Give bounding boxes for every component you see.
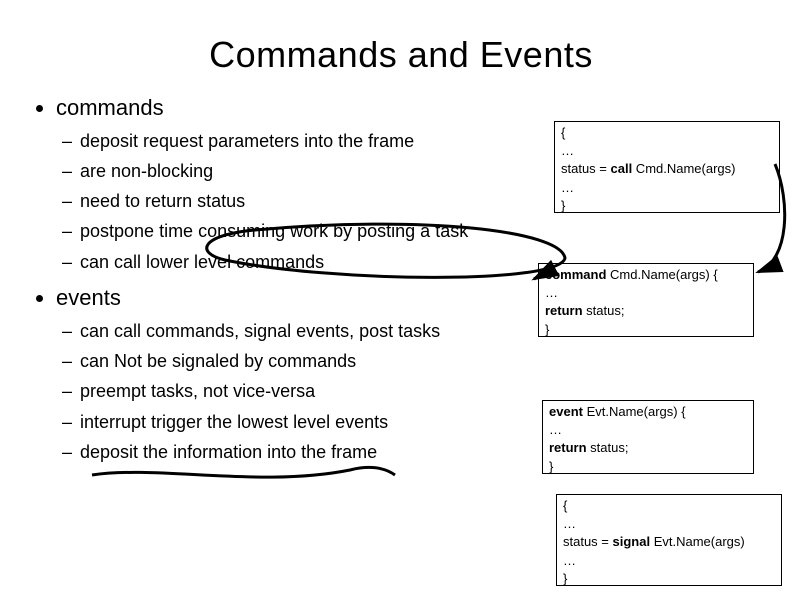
code-line: … [561,179,773,197]
code-line: return status; [545,302,747,320]
code-text: status; [587,440,629,455]
code-line: { [563,497,775,515]
bullet-label: commands [56,95,164,120]
code-keyword: event [549,404,583,419]
code-event-def: event Evt.Name(args) { … return status; … [542,400,754,474]
list-item-text: postpone time consuming work by posting … [80,221,468,241]
code-text: status; [583,303,625,318]
list-item-text: need to return status [80,191,245,211]
code-line: … [563,552,775,570]
list-item: can Not be signaled by commands [80,349,500,373]
code-line: event Evt.Name(args) { [549,403,747,421]
code-text: Cmd.Name(args) [632,161,735,176]
list-item-text: can call commands, signal events, post t… [80,321,440,341]
code-line: status = call Cmd.Name(args) [561,160,773,178]
list-item-text: can call lower level commands [80,252,324,272]
list-item-text: deposit the information into the frame [80,442,377,462]
code-command-def: command Cmd.Name(args) { … return status… [538,263,754,337]
list-item-text: interrupt trigger the lowest level event… [80,412,388,432]
code-line: command Cmd.Name(args) { [545,266,747,284]
code-text: status = [563,534,613,549]
code-text: Cmd.Name(args) { [606,267,717,282]
list-item: deposit the information into the frame [80,440,500,464]
list-item: can call lower level commands [80,250,500,274]
code-line: … [545,284,747,302]
code-keyword: call [611,161,633,176]
bullet-label: events [56,285,121,310]
code-line: } [549,458,747,476]
underline-cannot-signal [92,468,395,478]
code-keyword: command [545,267,606,282]
list-item: are non-blocking [80,159,500,183]
code-line: … [549,421,747,439]
slide-title: Commands and Events [36,34,766,76]
list-item: deposit request parameters into the fram… [80,129,500,153]
list-item: postpone time consuming work by posting … [80,219,500,243]
code-text: Evt.Name(args) { [583,404,686,419]
code-keyword: signal [613,534,651,549]
list-item-text: are non-blocking [80,161,213,181]
list-item-text: deposit request parameters into the fram… [80,131,414,151]
list-item-text: preempt tasks, not vice-versa [80,381,315,401]
slide: Commands and Events commands deposit req… [0,0,794,595]
list-item: need to return status [80,189,500,213]
code-call-command: { … status = call Cmd.Name(args) … } [554,121,780,213]
code-keyword: return [545,303,583,318]
code-line: } [561,197,773,215]
list-item: preempt tasks, not vice-versa [80,379,500,403]
code-line: status = signal Evt.Name(args) [563,533,775,551]
code-text: Evt.Name(args) [650,534,745,549]
code-line: … [563,515,775,533]
code-keyword: return [549,440,587,455]
code-line: { [561,124,773,142]
list-item: can call commands, signal events, post t… [80,319,500,343]
list-item-text: can Not be signaled by commands [80,351,356,371]
code-signal-event: { … status = signal Evt.Name(args) … } [556,494,782,586]
code-line: return status; [549,439,747,457]
code-line: } [545,321,747,339]
code-text: status = [561,161,611,176]
code-line: } [563,570,775,588]
code-line: … [561,142,773,160]
list-item: interrupt trigger the lowest level event… [80,410,500,434]
